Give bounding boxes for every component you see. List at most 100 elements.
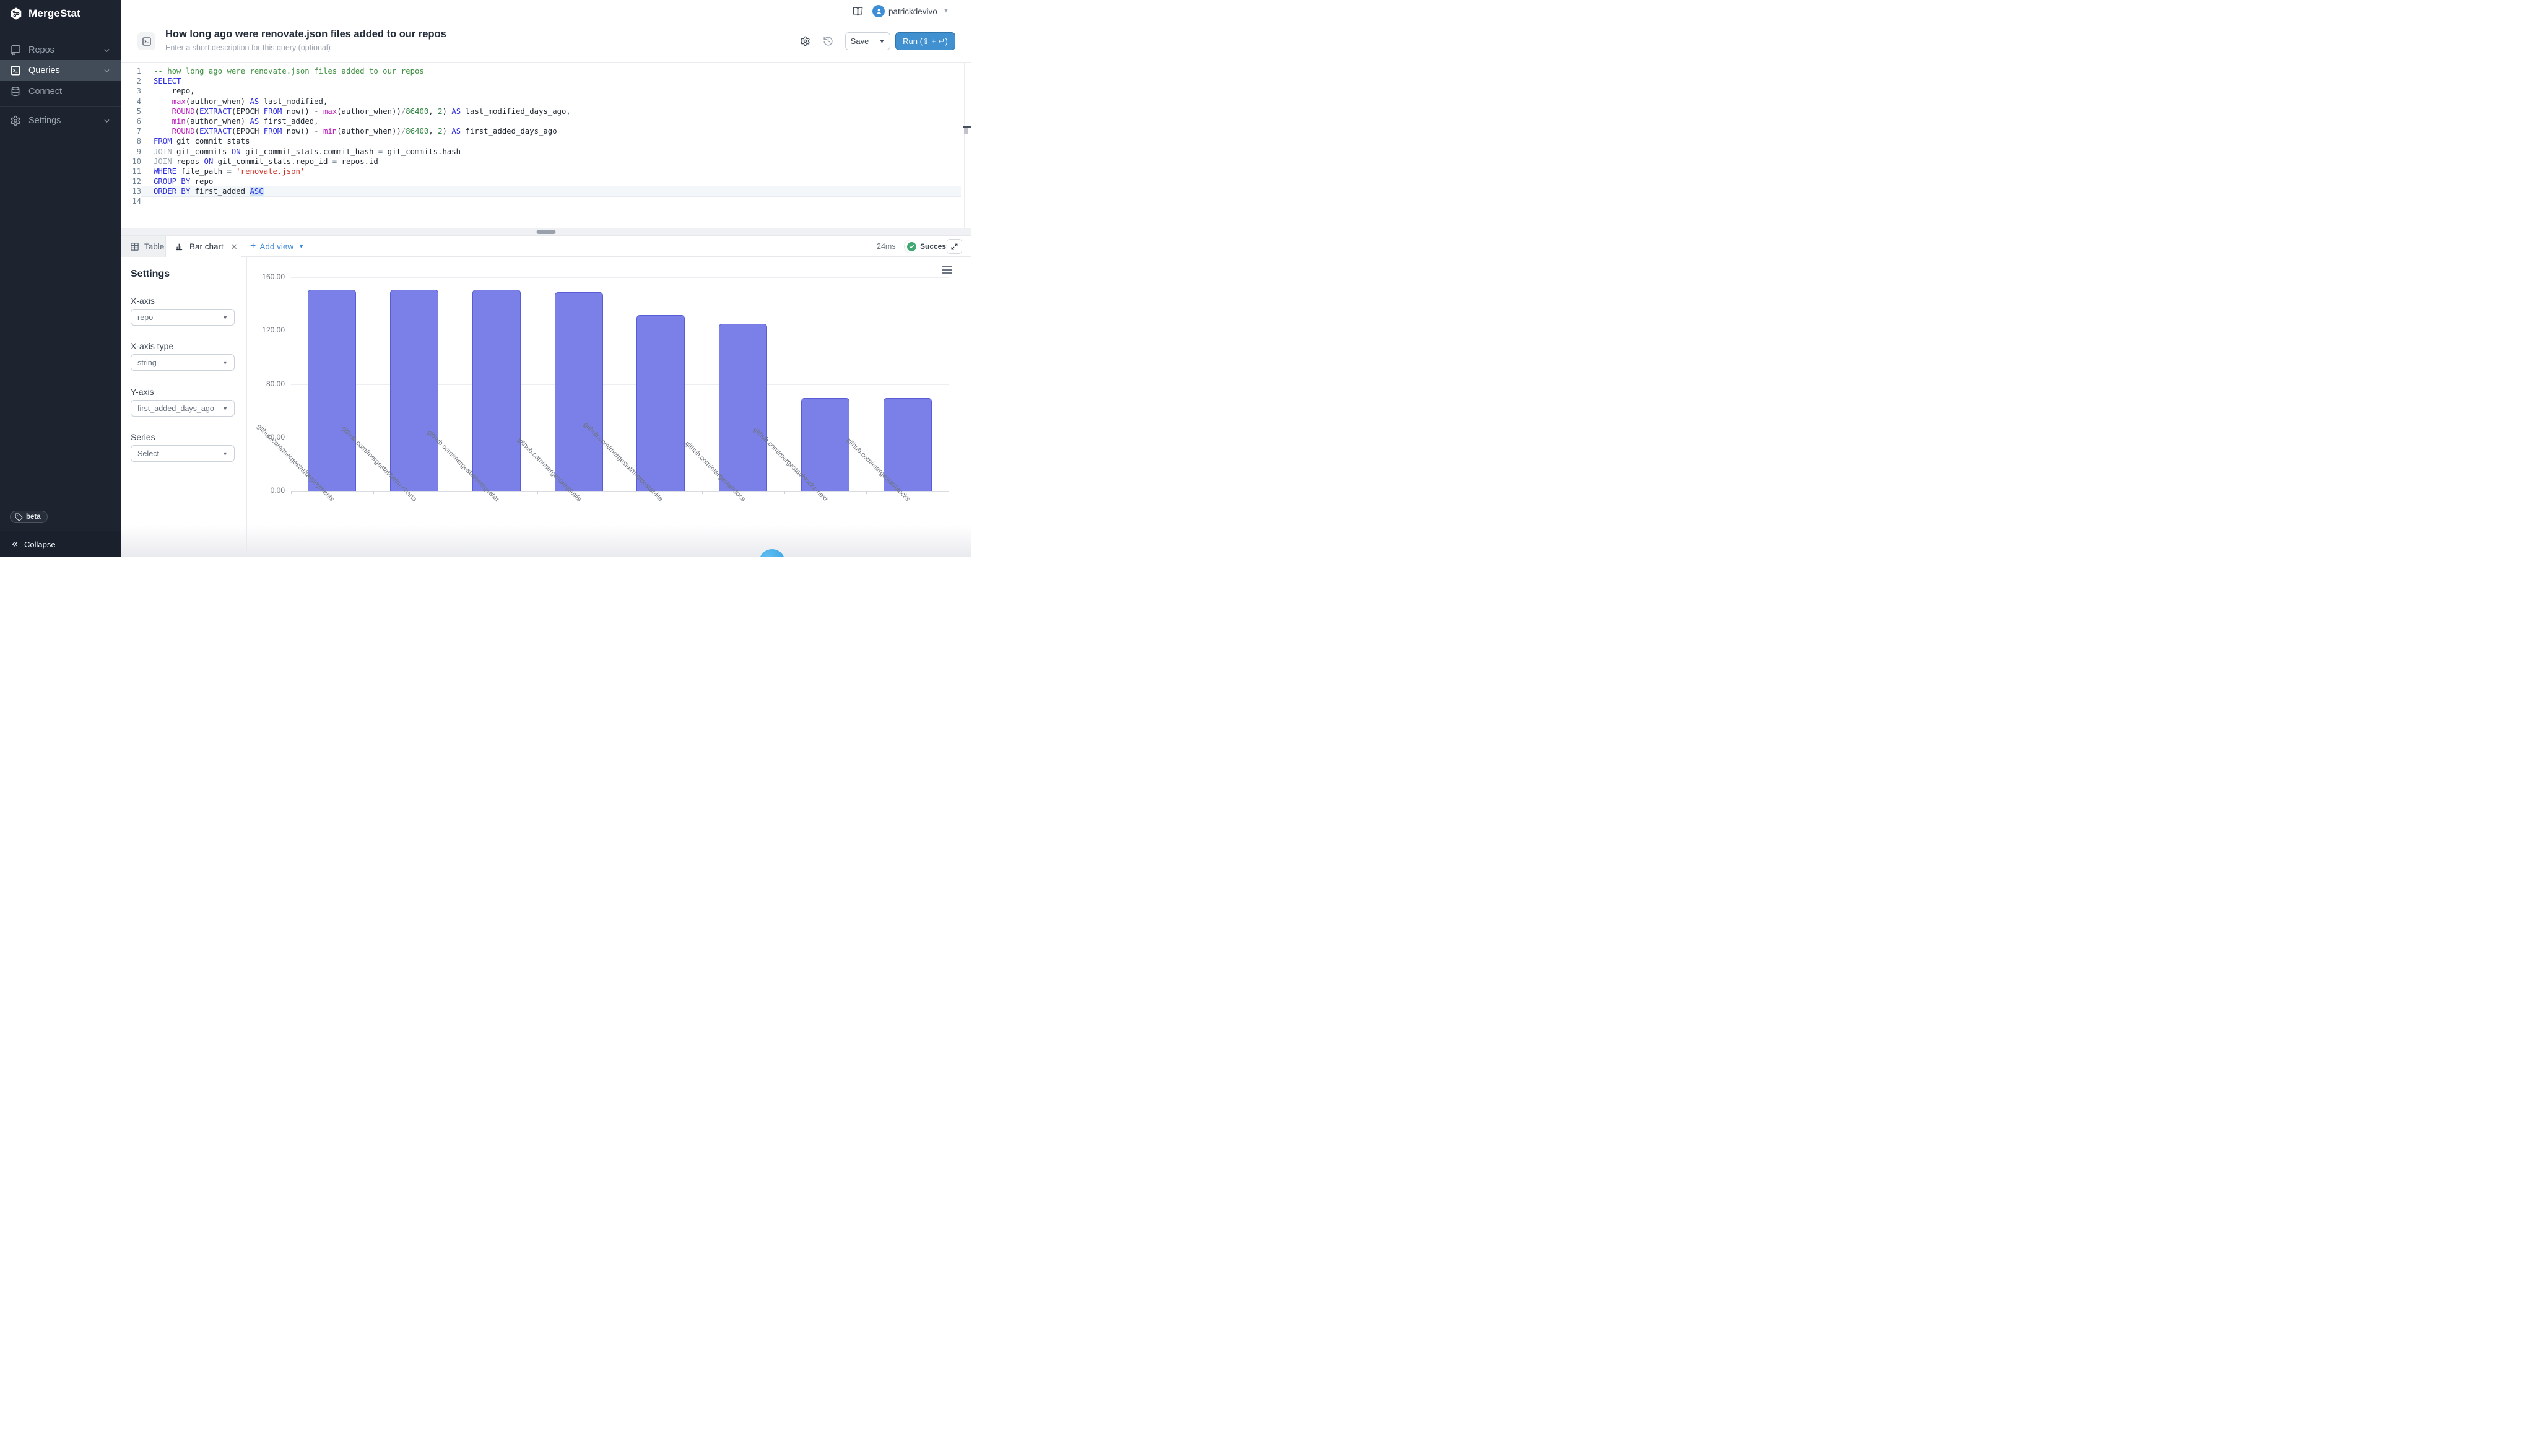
chart-menu-icon[interactable] [942,266,952,275]
collapse-label: Collapse [24,540,56,549]
code-text: JOIN repos ON git_commit_stats.repo_id =… [141,157,961,167]
x-axis-tick [537,491,538,494]
avatar[interactable] [872,5,885,17]
query-header: How long ago were renovate.json files ad… [121,23,971,63]
line-number: 14 [121,196,141,206]
expand-results-button[interactable] [947,239,962,254]
code-text: max(author_when) AS last_modified, [141,97,961,106]
add-view-caret-icon: ▼ [298,243,304,249]
code-text: GROUP BY repo [141,176,961,186]
code-text: min(author_when) AS first_added, [141,116,961,126]
code-text: ORDER BY first_added ASC [141,186,961,196]
main-area: patrickdevivo ▼ How long ago were renova… [121,0,971,557]
book-icon [10,45,21,56]
terminal-icon [10,65,21,76]
sidebar-item-settings[interactable]: Settings [0,110,121,131]
editor-scrollbar-thumb[interactable] [964,128,968,134]
sidebar-divider [0,106,121,107]
x-axis-type-label: X-axis type [131,341,173,351]
line-number: 13 [121,186,141,196]
code-line[interactable]: 1-- how long ago were renovate.json file… [121,66,961,76]
x-axis-tick [866,491,867,494]
line-number: 10 [121,157,141,167]
beta-badge: beta [10,511,48,523]
code-line[interactable]: 13ORDER BY first_added ASC [121,186,961,196]
code-text: -- how long ago were renovate.json files… [141,66,961,76]
sidebar-item-queries[interactable]: Queries [0,60,121,81]
bar[interactable] [390,290,438,491]
code-line[interactable]: 7 ROUND(EXTRACT(EPOCH FROM now() - min(a… [121,126,961,136]
code-line[interactable]: 4 max(author_when) AS last_modified, [121,97,961,106]
query-history-icon[interactable] [823,36,833,46]
series-label: Series [131,432,155,442]
select-caret-icon: ▼ [222,360,228,366]
code-line[interactable]: 11WHERE file_path = 'renovate.json' [121,167,961,176]
bar[interactable] [308,290,356,491]
bar[interactable] [472,290,521,491]
brand-logo[interactable]: MergeStat [9,7,80,20]
x-axis-select[interactable]: repo ▼ [131,309,235,326]
line-number: 12 [121,176,141,186]
line-number: 2 [121,76,141,86]
code-line[interactable]: 8FROM git_commit_stats [121,136,961,146]
tab-table[interactable]: Table [121,236,166,257]
user-menu-caret-icon[interactable]: ▼ [943,7,949,14]
database-icon [10,86,21,97]
bar[interactable] [555,292,603,491]
editor-scrollbar-track [964,63,965,228]
bar-chart: 0.0040.0080.00120.00160.00github.com/mer… [121,257,971,557]
line-number: 8 [121,136,141,146]
results-panel: Settings X-axis repo ▼ X-axis type strin… [121,257,971,557]
code-line[interactable]: 10JOIN repos ON git_commit_stats.repo_id… [121,157,961,167]
sidebar-item-label: Connect [28,87,62,97]
x-axis-type-select[interactable]: string ▼ [131,354,235,371]
y-axis-label: Y-axis [131,387,154,397]
code-line[interactable]: 5 ROUND(EXTRACT(EPOCH FROM now() - max(a… [121,106,961,116]
sidebar-item-label: Settings [28,116,61,126]
line-number: 9 [121,147,141,157]
save-split-button: Save ▼ [845,32,890,50]
y-axis-tick-label: 160.00 [248,272,285,281]
chevrons-left-icon [11,540,19,548]
sidebar-collapse-button[interactable]: Collapse [0,531,121,557]
add-view-label: Add view [259,242,293,251]
success-check-icon [907,242,916,251]
close-tab-icon[interactable]: ✕ [231,243,238,251]
status-label: Success [920,242,950,251]
series-select[interactable]: Select ▼ [131,445,235,462]
username[interactable]: patrickdevivo [888,7,937,16]
sidebar-item-repos[interactable]: Repos [0,40,121,61]
chevron-down-icon [103,117,111,125]
sidebar-item-connect[interactable]: Connect [0,81,121,102]
code-text: FROM git_commit_stats [141,136,961,146]
query-description-input[interactable] [165,42,487,53]
sidebar-item-label: Queries [28,66,60,76]
split-divider[interactable] [121,228,971,236]
y-axis-select[interactable]: first_added_days_ago ▼ [131,400,235,417]
save-button[interactable]: Save [846,33,874,50]
chart-settings-panel: Settings X-axis repo ▼ X-axis type strin… [121,257,247,557]
code-line[interactable]: 14 [121,196,961,206]
tab-bar-chart[interactable]: Bar chart ✕ [166,236,241,257]
bar[interactable] [719,324,767,491]
code-line[interactable]: 9JOIN git_commits ON git_commit_stats.co… [121,147,961,157]
top-bar: patrickdevivo ▼ [121,0,971,22]
line-number: 3 [121,86,141,96]
code-line[interactable]: 6 min(author_when) AS first_added, [121,116,961,126]
query-settings-gear-icon[interactable] [800,36,810,46]
code-line[interactable]: 12GROUP BY repo [121,176,961,186]
add-view-button[interactable]: + Add view ▼ [241,236,313,257]
save-menu-caret-icon[interactable]: ▼ [874,33,890,50]
line-number: 4 [121,97,141,106]
drag-handle[interactable] [536,230,555,234]
docs-book-icon[interactable] [853,6,863,17]
sql-editor[interactable]: 1-- how long ago were renovate.json file… [121,63,971,228]
code-line[interactable]: 3 repo, [121,86,961,96]
y-axis-tick-label: 80.00 [248,379,285,388]
line-number: 7 [121,126,141,136]
run-button[interactable]: Run (⇧ + ↵) [895,32,955,50]
query-title[interactable]: How long ago were renovate.json files ad… [165,28,446,40]
series-value: Select [137,449,159,458]
code-line[interactable]: 2SELECT [121,76,961,86]
select-caret-icon: ▼ [222,314,228,321]
